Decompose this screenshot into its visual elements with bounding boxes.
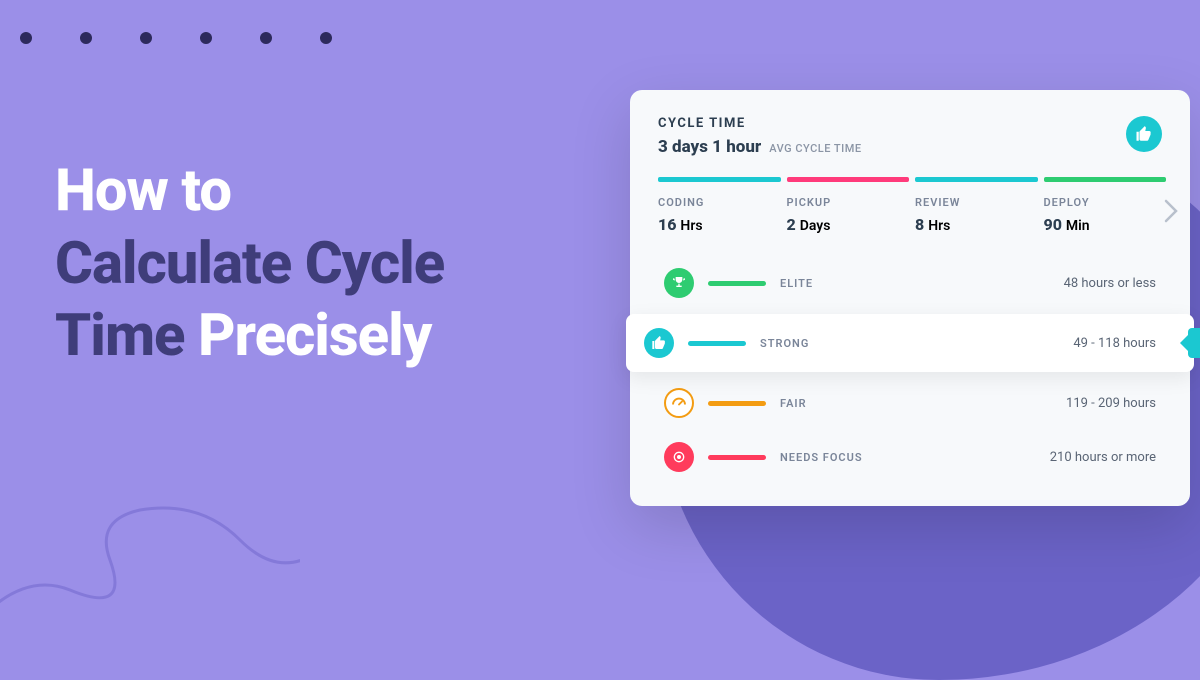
headline-part-2: Calculate Cycle — [55, 230, 444, 298]
stage-review[interactable]: REVIEW 8 Hrs — [915, 177, 1044, 234]
thumbs-up-icon — [644, 328, 674, 358]
stages-row: CODING 16 Hrs PICKUP 2 Days REVIEW 8 Hrs… — [630, 177, 1190, 256]
cycle-time-card: CYCLE TIME 3 days 1 hour AVG CYCLE TIME … — [630, 90, 1190, 506]
thumbs-up-icon — [1126, 116, 1162, 152]
headline: How to Calculate Cycle Time Precisely — [55, 155, 444, 373]
gauge-icon — [664, 388, 694, 418]
headline-part-3a: Time — [55, 302, 198, 370]
squiggle-decoration — [0, 450, 300, 650]
tier-fair[interactable]: FAIR 119 - 209 hours — [654, 376, 1166, 430]
card-title: CYCLE TIME — [658, 116, 862, 131]
target-icon — [664, 442, 694, 472]
card-value: 3 days 1 hour — [658, 137, 761, 157]
card-subtitle: AVG CYCLE TIME — [769, 142, 861, 155]
card-header: CYCLE TIME 3 days 1 hour AVG CYCLE TIME — [630, 116, 1190, 177]
stage-coding[interactable]: CODING 16 Hrs — [658, 177, 787, 234]
headline-part-3b: Precisely — [198, 302, 431, 370]
your-team-badge: Your te — [1188, 328, 1200, 358]
tiers-list: ELITE 48 hours or less STRONG 49 - 118 h… — [630, 256, 1190, 484]
tier-needs-focus[interactable]: NEEDS FOCUS 210 hours or more — [654, 430, 1166, 484]
stage-pickup[interactable]: PICKUP 2 Days — [787, 177, 916, 234]
tier-strong[interactable]: STRONG 49 - 118 hours Your te — [626, 314, 1194, 372]
tier-elite[interactable]: ELITE 48 hours or less — [654, 256, 1166, 310]
trophy-icon — [664, 268, 694, 298]
chevron-right-icon[interactable] — [1164, 199, 1178, 227]
stage-deploy[interactable]: DEPLOY 90 Min — [1044, 177, 1173, 234]
decorative-dots — [20, 32, 332, 44]
headline-part-1: How to — [55, 157, 231, 225]
